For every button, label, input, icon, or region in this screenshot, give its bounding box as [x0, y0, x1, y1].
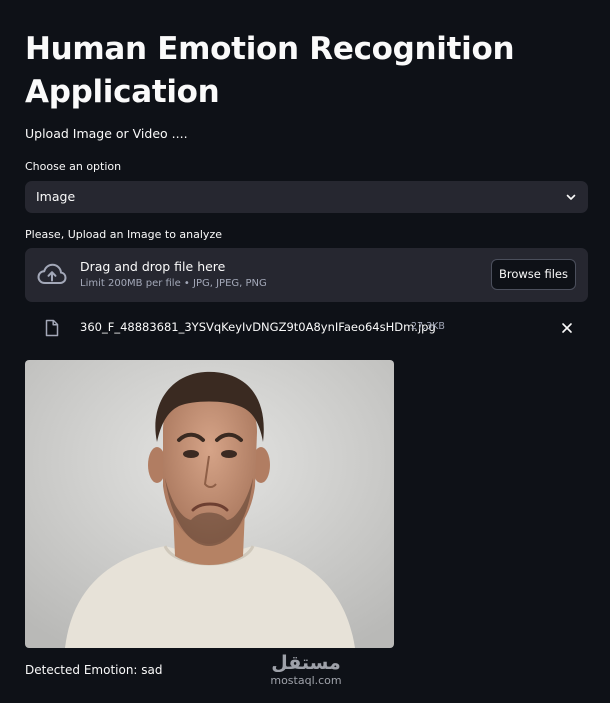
browse-files-button[interactable]: Browse files: [491, 259, 576, 290]
uploaded-file-row: 360_F_48883681_3YSVqKeyIvDNGZ9t0A8ynIFae…: [25, 315, 588, 341]
mostaql-watermark: مستقل mostaql.com: [266, 651, 346, 691]
file-icon: [45, 319, 59, 337]
face-photo: [25, 360, 394, 648]
file-dropzone[interactable]: Drag and drop file here Limit 200MB per …: [25, 248, 588, 302]
app-root: Human Emotion Recognition Application Up…: [0, 0, 610, 703]
watermark-arabic: مستقل: [271, 652, 341, 674]
option-select[interactable]: Image: [25, 181, 588, 213]
page-title: Human Emotion Recognition Application: [25, 31, 515, 110]
uploaded-image: [25, 360, 394, 648]
dropzone-limit-text: Limit 200MB per file • JPG, JPEG, PNG: [80, 278, 267, 289]
watermark-latin: mostaql.com: [270, 674, 342, 687]
cloud-upload-icon: [37, 263, 67, 284]
uploaded-file-size: 27.3KB: [411, 321, 445, 332]
page-subtitle: Upload Image or Video ....: [25, 126, 188, 141]
dropzone-title: Drag and drop file here: [80, 259, 226, 274]
option-select-value: Image: [36, 189, 76, 204]
chevron-down-icon: [566, 194, 576, 200]
uploaded-file-name: 360_F_48883681_3YSVqKeyIvDNGZ9t0A8ynIFae…: [80, 320, 436, 334]
uploader-label: Please, Upload an Image to analyze: [25, 228, 222, 241]
close-icon[interactable]: [560, 321, 574, 335]
option-select-label: Choose an option: [25, 160, 122, 173]
detected-emotion-text: Detected Emotion: sad: [25, 663, 163, 677]
